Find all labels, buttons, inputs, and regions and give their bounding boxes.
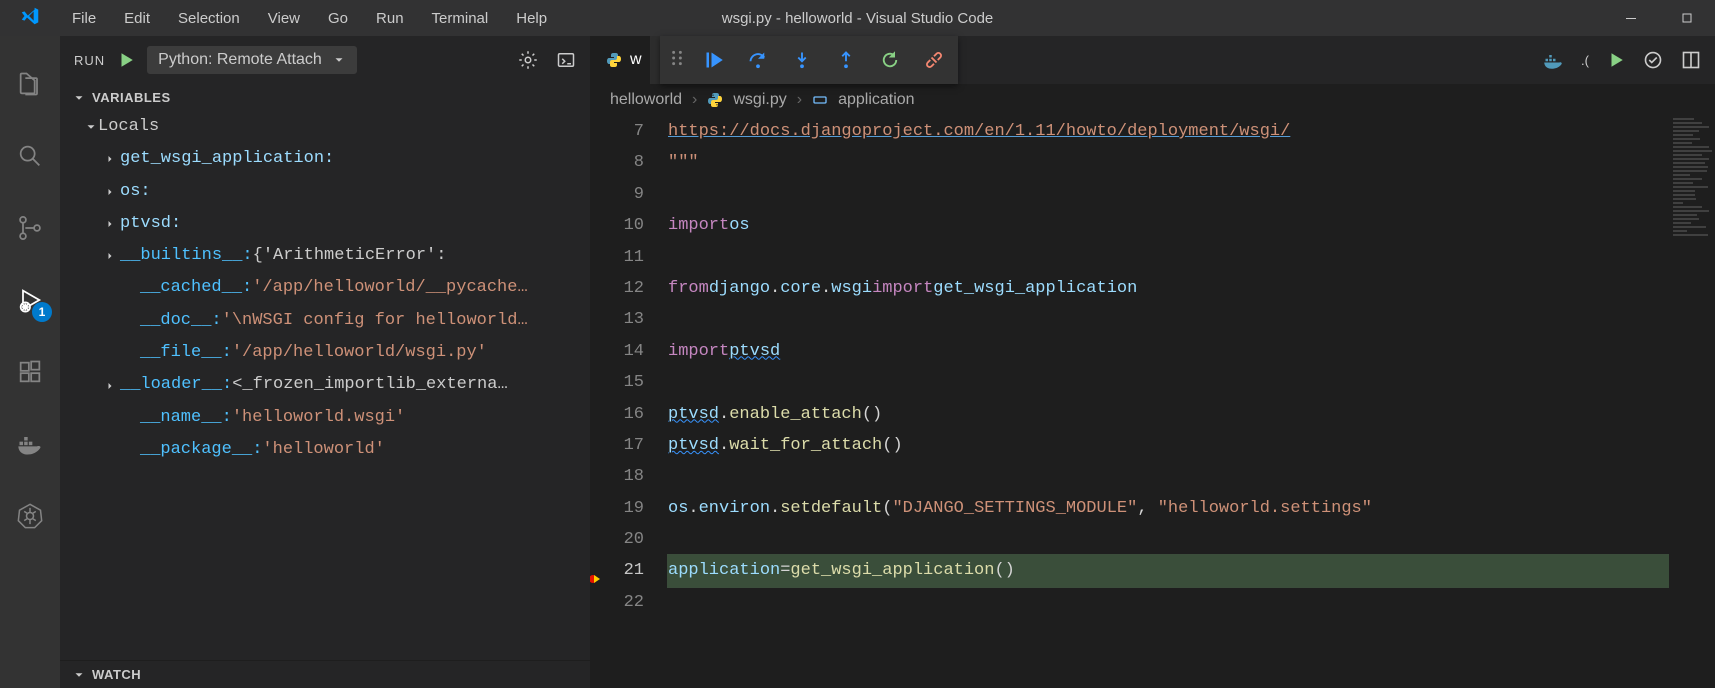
explorer-icon[interactable]	[2, 56, 58, 112]
menu-terminal[interactable]: Terminal	[420, 4, 501, 33]
debug-console-icon[interactable]	[556, 50, 576, 70]
minimap[interactable]	[1669, 116, 1715, 688]
source-control-icon[interactable]	[2, 200, 58, 256]
variable-symbol-icon	[812, 92, 828, 108]
code-line[interactable]	[668, 179, 1715, 210]
debug-config-dropdown[interactable]: Python: Remote Attach	[147, 46, 357, 74]
breadcrumb[interactable]: helloworld › wsgi.py › application	[590, 84, 1715, 116]
breadcrumb-symbol[interactable]: application	[838, 91, 915, 109]
menu-help[interactable]: Help	[504, 4, 559, 33]
code-line[interactable]	[668, 242, 1715, 273]
docker-icon[interactable]	[2, 416, 58, 472]
python-file-icon	[707, 92, 723, 108]
variable-row[interactable]: __cached__: '/app/helloworld/__pycache…	[60, 272, 590, 304]
variable-row[interactable]: __loader__: <_frozen_importlib_externa…	[60, 369, 590, 401]
code-line[interactable]	[668, 367, 1715, 398]
watch-label: WATCH	[92, 667, 141, 682]
code-editor[interactable]: 78910111213141516171819202122 https://do…	[590, 116, 1715, 688]
main-menu: FileEditSelectionViewGoRunTerminalHelp	[60, 4, 559, 33]
title-bar: FileEditSelectionViewGoRunTerminalHelp w…	[0, 0, 1715, 36]
run-file-button[interactable]	[1607, 51, 1625, 69]
line-gutter[interactable]: 78910111213141516171819202122	[590, 116, 668, 688]
python-file-icon	[606, 52, 622, 68]
tab-bar: wsettings.pyurls.py .(	[590, 36, 1715, 84]
step-into-button[interactable]	[788, 46, 816, 74]
variables-section-header[interactable]: VARIABLES	[60, 84, 590, 111]
code-lines[interactable]: https://docs.djangoproject.com/en/1.11/h…	[668, 116, 1715, 688]
disconnect-button[interactable]	[920, 46, 948, 74]
open-changes-icon[interactable]: .(	[1581, 53, 1589, 68]
run-header: RUN Python: Remote Attach	[60, 36, 590, 84]
split-editor-button[interactable]	[1681, 50, 1701, 70]
menu-file[interactable]: File	[60, 4, 108, 33]
variable-row[interactable]: os:	[60, 176, 590, 208]
variable-row[interactable]: __name__: 'helloworld.wsgi'	[60, 402, 590, 434]
start-debug-button[interactable]	[117, 51, 135, 69]
run-debug-icon[interactable]: 1	[2, 272, 58, 328]
coverage-icon[interactable]	[1643, 50, 1663, 70]
run-label: RUN	[74, 53, 105, 68]
app-icon	[0, 5, 60, 32]
variable-row[interactable]: __file__: '/app/helloworld/wsgi.py'	[60, 337, 590, 369]
code-line[interactable]: from django.core.wsgi import get_wsgi_ap…	[668, 273, 1715, 304]
variable-row[interactable]: get_wsgi_application:	[60, 143, 590, 175]
docker-status-icon[interactable]	[1543, 50, 1563, 70]
variable-row[interactable]: __package__: 'helloworld'	[60, 434, 590, 466]
code-line[interactable]: ptvsd.enable_attach()	[668, 399, 1715, 430]
debug-config-label: Python: Remote Attach	[158, 51, 322, 69]
variables-label: VARIABLES	[92, 90, 171, 105]
variable-row[interactable]: __doc__: '\nWSGI config for helloworld…	[60, 305, 590, 337]
restart-button[interactable]	[876, 46, 904, 74]
locals-label: Locals	[98, 111, 159, 143]
continue-button[interactable]	[700, 46, 728, 74]
step-over-button[interactable]	[744, 46, 772, 74]
editor-area: wsettings.pyurls.py .( helloworld ›	[590, 36, 1715, 688]
tab-w[interactable]: w	[590, 36, 650, 84]
search-icon[interactable]	[2, 128, 58, 184]
locals-scope[interactable]: Locals	[60, 111, 590, 143]
menu-edit[interactable]: Edit	[112, 4, 162, 33]
code-line[interactable]	[668, 304, 1715, 335]
settings-gear-icon[interactable]	[518, 50, 538, 70]
variable-row[interactable]: __builtins__: {'ArithmeticError':	[60, 240, 590, 272]
menu-view[interactable]: View	[256, 4, 312, 33]
watch-section-header[interactable]: WATCH	[60, 660, 590, 688]
code-line[interactable]: application = get_wsgi_application()	[668, 555, 1715, 586]
code-line[interactable]: ptvsd.wait_for_attach()	[668, 430, 1715, 461]
menu-selection[interactable]: Selection	[166, 4, 252, 33]
code-line[interactable]: os.environ.setdefault("DJANGO_SETTINGS_M…	[668, 493, 1715, 524]
step-out-button[interactable]	[832, 46, 860, 74]
window-title: wsgi.py - helloworld - Visual Studio Cod…	[722, 10, 994, 27]
code-line[interactable]	[668, 524, 1715, 555]
minimize-button[interactable]	[1603, 0, 1659, 36]
variables-body: Locals get_wsgi_application: os: ptvsd: …	[60, 111, 590, 660]
kubernetes-icon[interactable]	[2, 488, 58, 544]
menu-go[interactable]: Go	[316, 4, 360, 33]
debug-toolbar[interactable]	[660, 36, 958, 84]
maximize-button[interactable]	[1659, 0, 1715, 36]
extensions-icon[interactable]	[2, 344, 58, 400]
variable-row[interactable]: ptvsd:	[60, 208, 590, 240]
code-line[interactable]: https://docs.djangoproject.com/en/1.11/h…	[668, 116, 1715, 147]
code-line[interactable]: """	[668, 147, 1715, 178]
code-line[interactable]: import os	[668, 210, 1715, 241]
breadcrumb-folder[interactable]: helloworld	[610, 91, 682, 109]
tab-label: w	[630, 51, 642, 69]
breadcrumb-file[interactable]: wsgi.py	[733, 91, 786, 109]
run-sidebar: RUN Python: Remote Attach VARIABLES Loca…	[60, 36, 590, 688]
menu-run[interactable]: Run	[364, 4, 416, 33]
code-line[interactable]	[668, 461, 1715, 492]
drag-grip-icon[interactable]	[670, 49, 684, 72]
code-line[interactable]	[668, 587, 1715, 618]
activity-badge: 1	[32, 302, 52, 322]
code-line[interactable]: import ptvsd	[668, 336, 1715, 367]
activity-bar: 1	[0, 36, 60, 688]
